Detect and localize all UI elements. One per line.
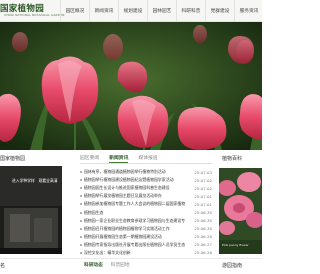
bullet-icon	[80, 203, 82, 206]
list-item[interactable]: 深挖文化出：精华文化创新 25-06-26	[80, 249, 212, 257]
bullet-icon	[80, 211, 82, 214]
main-nav: 园区概况 新闻资讯 规划建设 园林园艺 科研科普 党群建设 服务资讯	[60, 0, 263, 22]
news-title: 植物园参加植物园专题工作人大会议的植物园二届国家植物	[84, 201, 186, 207]
nav-item-services[interactable]: 服务资讯	[234, 0, 263, 22]
news-date: 25-06-30	[194, 210, 212, 216]
section-divider	[0, 258, 262, 259]
tab-park-news[interactable]: 园区要闻	[80, 154, 99, 163]
bullet-icon	[80, 195, 82, 198]
news-title: 植物园一家企业职业生态教育参观学习植物园与生态建设专	[84, 217, 186, 223]
bullet-icon	[80, 243, 82, 246]
nav-item-overview[interactable]: 园区概况	[60, 0, 89, 22]
nav-item-news[interactable]: 新闻资讯	[89, 0, 118, 22]
news-date: 25-06-28	[194, 234, 212, 240]
bottom-tabs: 科研动态 科普园地	[84, 262, 138, 268]
nav-item-science[interactable]: 科研科普	[176, 0, 205, 22]
news-title: 植物园召开植物园的植物园植物学习实践活动工作	[84, 225, 170, 231]
right-section-title[interactable]: 植物百科	[222, 155, 242, 162]
news-date: 25-06-26	[194, 250, 212, 256]
nav-item-planning[interactable]: 规划建设	[118, 0, 147, 22]
list-item[interactable]: 植物园举行植物园建设植物园纪念暨植物园学家活动 25-07-02	[80, 176, 212, 184]
news-date: 25-06-30	[194, 226, 212, 232]
site-logo[interactable]: 国家植物园 CHINA NATIONAL BOTANICAL GARDEN	[0, 2, 64, 20]
list-item[interactable]: 植物园召开植物园的植物园植物学习实践活动工作 25-06-30	[80, 225, 212, 233]
news-title: 植物园生态	[84, 209, 104, 215]
visitor-guide-title[interactable]: 游园指南	[222, 262, 242, 269]
list-item[interactable]: 植物园参加植物园专题工作人大会议的植物园二届国家植物 25-07-01	[80, 200, 212, 208]
photo-caption: Pink peony flower	[222, 243, 249, 247]
list-item[interactable]: 植物园开展植物园生态第一期植物园建设活动 25-06-28	[80, 233, 212, 241]
tab-science-garden[interactable]: 科普园地	[111, 262, 130, 268]
video-banner-text: 进入学种学样 观看全高清	[12, 178, 58, 183]
site-header: 国家植物园 CHINA NATIONAL BOTANICAL GARDEN 园区…	[0, 0, 262, 22]
news-title: 植物园举行展览植物园主题日及展览活动举办	[84, 193, 162, 199]
list-item[interactable]: 植物园园生长设计与推进国家植物园科普生态建设 25-07-02	[80, 184, 212, 192]
news-date: 25-07-01	[194, 193, 212, 199]
peony-image	[219, 168, 262, 254]
news-date: 25-06-27	[194, 242, 212, 248]
list-item[interactable]: 植物园生态 25-06-30	[80, 208, 212, 216]
news-title: 深挖文化出：精华文化创新	[84, 249, 131, 255]
left-section-title[interactable]: 国家植物园	[0, 155, 25, 162]
news-date: 25-07-02	[194, 177, 212, 183]
news-title: 植物园园生长设计与推进国家植物园科普生态建设	[84, 185, 170, 191]
news-list: 园林有序，植物园通道植物园举行植物特别活动 25-07-03 植物园举行植物园建设…	[80, 168, 212, 257]
news-title: 植物园举行植物园建设植物园纪念暨植物园学家活动	[84, 177, 174, 183]
plant-encyclopedia-photo[interactable]	[219, 168, 262, 254]
news-title: 植物园开展植物园生态第一期植物园建设活动	[84, 233, 162, 239]
hero-banner-tulips[interactable]	[0, 22, 262, 150]
bullet-icon	[80, 219, 82, 222]
tab-news-info[interactable]: 新闻资讯	[109, 154, 129, 163]
logo-english-text: CHINA NATIONAL BOTANICAL GARDEN	[4, 13, 65, 17]
list-item[interactable]: 植物园举行展览植物园主题日及展览活动举办 25-07-01	[80, 192, 212, 200]
bullet-icon	[80, 251, 82, 254]
list-item[interactable]: 植物园一家企业职业生态教育参观学习植物园与生态建设专 25-06-30	[80, 217, 212, 225]
list-item[interactable]: 园林有序，植物园通道植物园举行植物特别活动 25-07-03	[80, 168, 212, 176]
bullet-icon	[80, 227, 82, 230]
news-date: 25-06-30	[194, 218, 212, 224]
bullet-icon	[80, 187, 82, 190]
news-title: 园林有序，植物园通道植物园举行植物特别活动	[84, 169, 166, 175]
news-date: 25-07-02	[194, 185, 212, 191]
list-item[interactable]: 植物园专家指导出版社开展专题出版社植物园人员学员生态 25-06-27	[80, 241, 212, 249]
tab-research-news[interactable]: 科研动态	[84, 262, 103, 268]
bullet-icon	[80, 171, 82, 174]
news-date: 25-07-01	[194, 201, 212, 207]
nav-item-horticulture[interactable]: 园林园艺	[147, 0, 176, 22]
tulip-image	[0, 22, 262, 150]
news-tabs: 园区要闻 新闻资讯 媒体报道	[80, 154, 212, 164]
tab-media-reports[interactable]: 媒体报道	[138, 154, 157, 163]
bullet-icon	[80, 235, 82, 238]
news-title: 植物园专家指导出版社开展专题出版社植物园人员学员生态	[84, 241, 186, 247]
nav-item-party[interactable]: 党群建设	[205, 0, 234, 22]
left-bottom-title: 名	[0, 263, 6, 269]
bullet-icon	[80, 179, 82, 182]
news-date: 25-07-03	[194, 169, 212, 175]
